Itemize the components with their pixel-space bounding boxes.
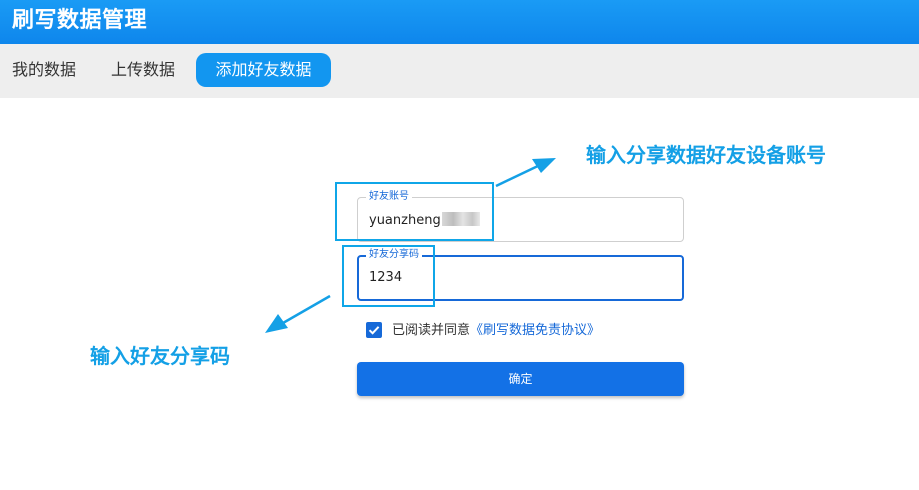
app-title: 刷写数据管理 [12,8,148,33]
arrow-to-account-field [495,158,556,188]
tab-add-friend-data[interactable]: 添加好友数据 [196,53,331,87]
agreement-checkbox[interactable] [366,322,382,338]
share-code-highlight-box [342,245,435,307]
agreement-text-wrap: 已阅读并同意《刷写数据免责协议》 [392,322,600,339]
agreement-text: 已阅读并同意 [392,323,471,338]
arrow-to-share-code-field [265,294,331,333]
tab-my-data[interactable]: 我的数据 [12,53,76,87]
tab-upload-data[interactable]: 上传数据 [111,53,175,87]
app-bar: 刷写数据管理 [0,0,919,44]
agreement-link[interactable]: 《刷写数据免责协议》 [470,323,600,338]
confirm-button[interactable]: 确定 [357,362,684,396]
check-icon [368,326,380,335]
share-code-hint-annotation: 输入好友分享码 [90,344,230,368]
account-hint-annotation: 输入分享数据好友设备账号 [586,143,826,167]
account-highlight-box [335,182,494,241]
tab-bar: 我的数据 上传数据 添加好友数据 [0,44,919,98]
